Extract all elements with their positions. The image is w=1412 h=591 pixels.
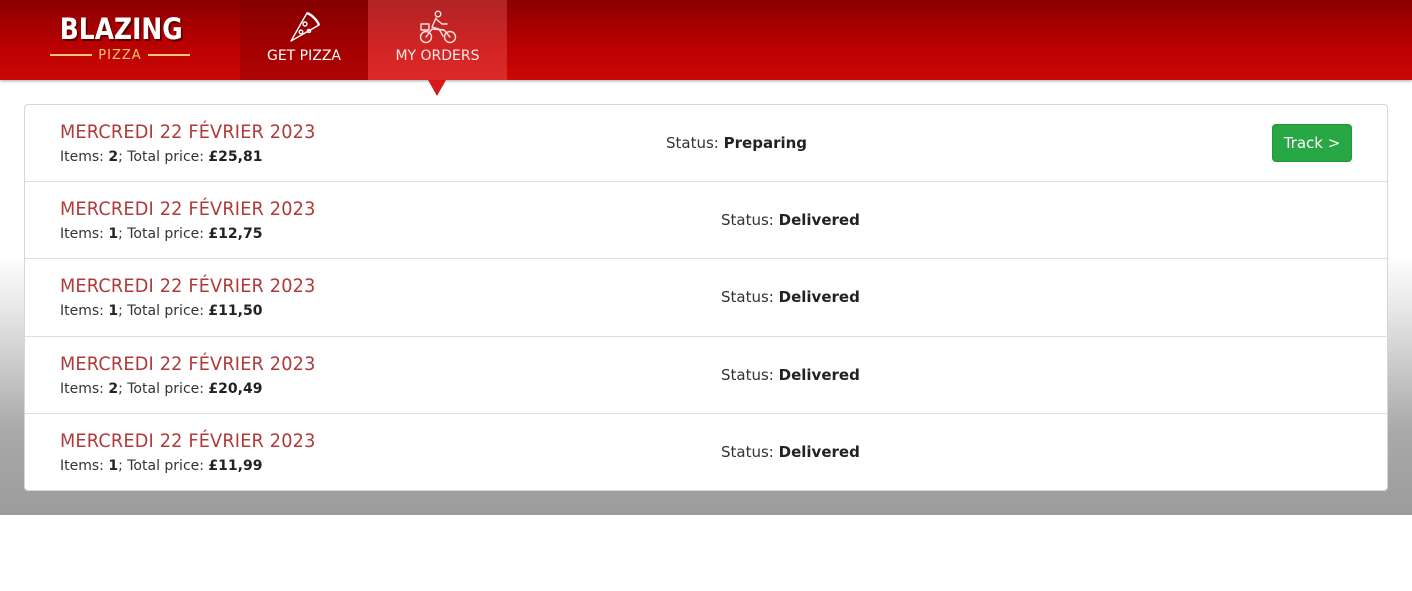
order-row: MERCREDI 22 FÉVRIER 2023 Items: 2; Total… (25, 337, 1387, 414)
status-label: Status: (721, 211, 774, 230)
status-label: Status: (666, 134, 719, 152)
tab-my-orders[interactable]: MY ORDERS (368, 0, 507, 80)
status-label: Status: (721, 288, 774, 307)
status-label: Status: (721, 365, 774, 384)
brand-subtitle-row: PIZZA (50, 46, 190, 64)
total-price: £11,50 (208, 303, 263, 320)
status-value: Delivered (778, 442, 860, 461)
items-count: 1 (108, 226, 119, 243)
status-value: Preparing (723, 134, 808, 152)
tab-my-orders-label: MY ORDERS (395, 48, 480, 64)
brand-logo[interactable]: BLAZING PIZZA (50, 12, 190, 68)
status-value: Delivered (778, 288, 860, 307)
total-price: £11,99 (208, 457, 263, 474)
tab-get-pizza-label: GET PIZZA (266, 48, 342, 64)
items-count: 2 (108, 149, 119, 165)
items-label: Items: (60, 226, 104, 243)
brand-name: BLAZING (59, 12, 183, 46)
order-row: MERCREDI 22 FÉVRIER 2023 Items: 2; Total… (25, 105, 1387, 183)
order-date: MERCREDI 22 FÉVRIER 2023 (60, 275, 316, 298)
items-count: 1 (108, 457, 119, 474)
track-button[interactable]: Track > (1272, 124, 1352, 162)
order-status: Status: Preparing (666, 134, 807, 152)
order-status: Status: Delivered (721, 211, 860, 229)
delivery-bike-icon (418, 10, 458, 48)
order-date: MERCREDI 22 FÉVRIER 2023 (60, 198, 316, 221)
brand-subtitle: PIZZA (98, 48, 142, 63)
order-status: Status: Delivered (721, 366, 860, 384)
total-price: £12,75 (208, 226, 263, 243)
total-label: ; Total price: (118, 380, 204, 397)
top-navigation-bar: BLAZING PIZZA GET PIZZA MY ORDERS (0, 0, 1412, 80)
order-summary: Items: 2; Total price: £25,81 (60, 149, 262, 165)
order-summary: Items: 1; Total price: £11,99 (60, 458, 262, 474)
order-summary: Items: 1; Total price: £11,50 (60, 303, 262, 319)
logo-divider-left (50, 54, 92, 56)
orders-list: MERCREDI 22 FÉVRIER 2023 Items: 2; Total… (24, 104, 1388, 491)
order-row: MERCREDI 22 FÉVRIER 2023 Items: 1; Total… (25, 259, 1387, 337)
order-summary: Items: 1; Total price: £12,75 (60, 226, 262, 242)
items-label: Items: (60, 149, 104, 165)
order-date: MERCREDI 22 FÉVRIER 2023 (60, 352, 316, 375)
pizza-slice-icon (287, 10, 321, 48)
items-label: Items: (60, 380, 104, 397)
order-date: MERCREDI 22 FÉVRIER 2023 (60, 429, 316, 452)
total-price: £20,49 (208, 380, 263, 397)
items-count: 2 (108, 380, 119, 397)
order-status: Status: Delivered (721, 443, 860, 461)
total-label: ; Total price: (118, 457, 204, 474)
items-label: Items: (60, 457, 104, 474)
order-row: MERCREDI 22 FÉVRIER 2023 Items: 1; Total… (25, 182, 1387, 260)
order-status: Status: Delivered (721, 288, 860, 306)
status-label: Status: (721, 442, 774, 461)
total-label: ; Total price: (118, 303, 204, 320)
tab-get-pizza[interactable]: GET PIZZA (240, 0, 368, 80)
logo-divider-right (148, 54, 190, 56)
total-label: ; Total price: (118, 149, 204, 165)
active-tab-indicator (428, 80, 446, 96)
items-label: Items: (60, 303, 104, 320)
order-row: MERCREDI 22 FÉVRIER 2023 Items: 1; Total… (25, 414, 1387, 491)
order-date: MERCREDI 22 FÉVRIER 2023 (60, 121, 316, 143)
total-label: ; Total price: (118, 226, 204, 243)
order-summary: Items: 2; Total price: £20,49 (60, 381, 262, 397)
status-value: Delivered (778, 211, 860, 230)
total-price: £25,81 (208, 149, 263, 165)
status-value: Delivered (778, 365, 860, 384)
items-count: 1 (108, 303, 119, 320)
